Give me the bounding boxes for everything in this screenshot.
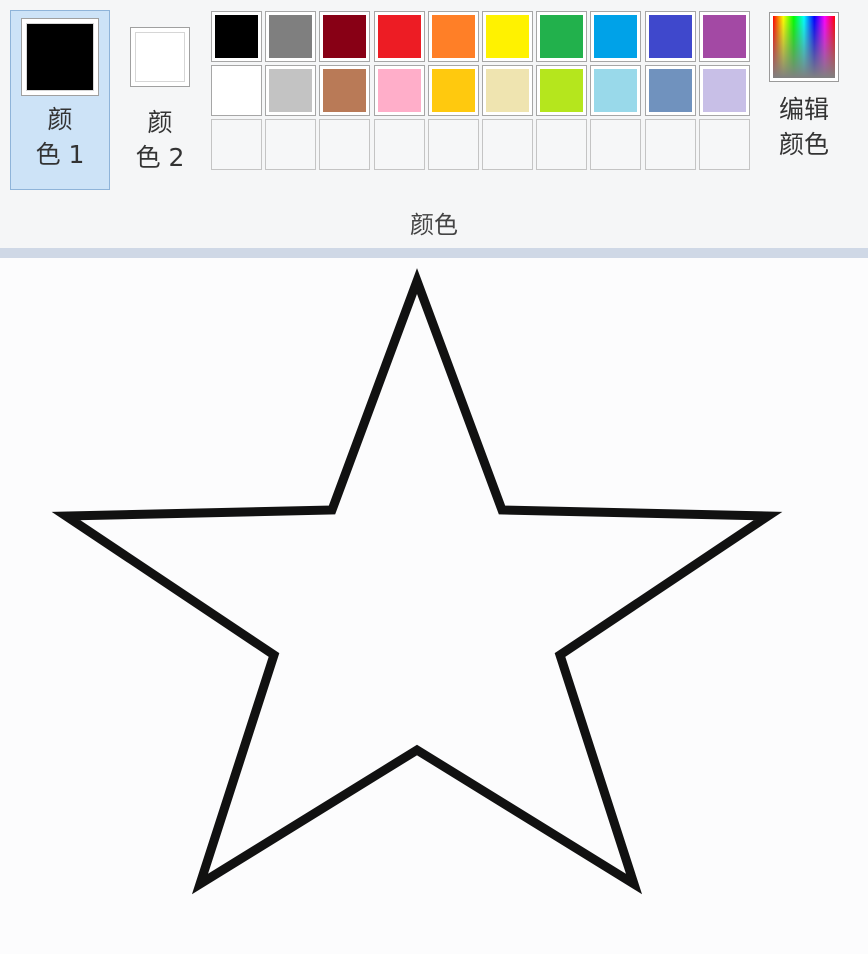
palette-swatch-r2c10[interactable] [699,65,750,116]
group-label: 颜色 [410,211,458,239]
color-2-label: 颜 色 2 [135,108,185,172]
star-shape [51,268,783,895]
ribbon-divider [0,248,868,258]
palette-swatch-r2c3[interactable] [319,65,370,116]
drawing-canvas[interactable] [0,258,868,954]
palette-swatch-r1c6[interactable] [482,11,533,62]
palette-swatch-r1c7[interactable] [536,11,587,62]
palette-empty-slot[interactable] [482,119,533,170]
palette-swatch-r1c9[interactable] [645,11,696,62]
color-palette [211,11,755,175]
color-2-button[interactable]: 颜 色 2 [112,10,208,190]
palette-swatch-r2c8[interactable] [590,65,641,116]
palette-empty-slot[interactable] [374,119,425,170]
star-drawing [51,268,783,895]
color-ribbon-group: 颜 色 1 颜 色 2 编辑 颜色 颜色 [0,0,868,248]
palette-swatch-r1c2[interactable] [265,11,316,62]
palette-swatch-r1c3[interactable] [319,11,370,62]
palette-empty-slot[interactable] [319,119,370,170]
palette-swatch-r1c5[interactable] [428,11,479,62]
palette-swatch-r2c6[interactable] [482,65,533,116]
palette-swatch-r2c7[interactable] [536,65,587,116]
palette-empty-slot[interactable] [699,119,750,170]
palette-swatch-r1c4[interactable] [374,11,425,62]
palette-swatch-r2c5[interactable] [428,65,479,116]
color-2-swatch [130,27,190,87]
palette-empty-slot[interactable] [536,119,587,170]
palette-swatch-r1c8[interactable] [590,11,641,62]
palette-empty-slot[interactable] [211,119,262,170]
color-1-swatch [21,18,99,96]
palette-swatch-r2c4[interactable] [374,65,425,116]
color-2-fill [135,32,185,82]
palette-swatch-r2c2[interactable] [265,65,316,116]
rainbow-spectrum-icon [769,12,839,82]
palette-empty-slot[interactable] [265,119,316,170]
palette-swatch-r2c9[interactable] [645,65,696,116]
palette-swatch-r2c1[interactable] [211,65,262,116]
edit-colors-button[interactable]: 编辑 颜色 [762,12,846,182]
color-1-label: 颜 色 1 [35,105,85,169]
palette-empty-slot[interactable] [428,119,479,170]
palette-empty-slot[interactable] [645,119,696,170]
color-1-button[interactable]: 颜 色 1 [10,10,110,190]
palette-swatch-r1c10[interactable] [699,11,750,62]
color-1-fill [26,23,94,91]
palette-swatch-r1c1[interactable] [211,11,262,62]
edit-colors-label: 编辑 颜色 [778,95,829,159]
palette-empty-slot[interactable] [590,119,641,170]
